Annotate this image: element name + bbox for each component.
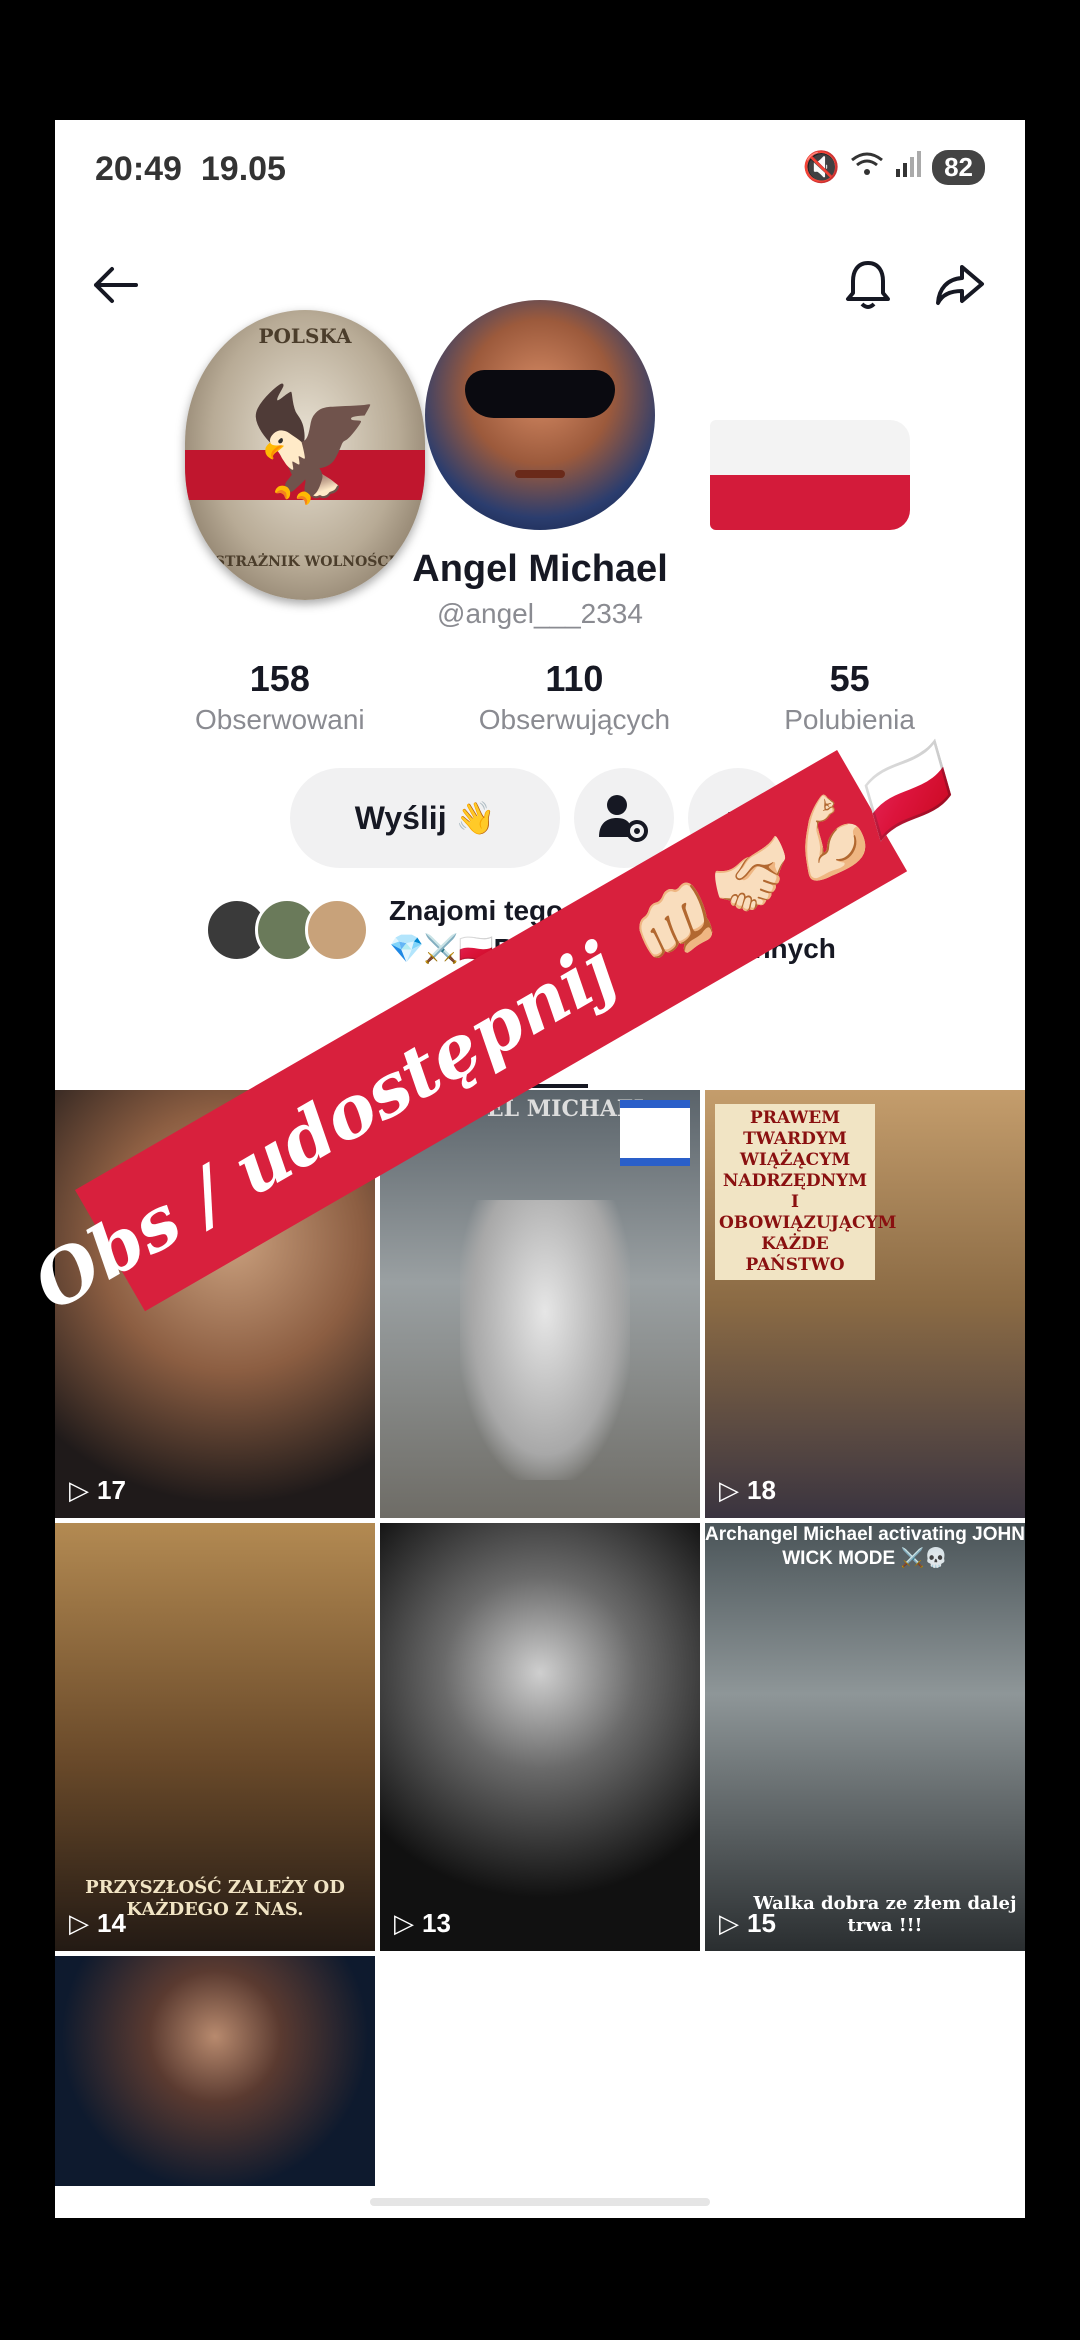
stat-value: 110	[545, 658, 604, 699]
signal-icon	[894, 150, 922, 185]
view-count: ▷ 13	[394, 1908, 451, 1939]
flag-red-stripe	[710, 475, 910, 530]
battery-indicator: 82	[932, 150, 985, 185]
stat-value: 158	[249, 658, 310, 699]
profile-handle: @angel___2334	[437, 598, 643, 629]
notifications-button[interactable]	[833, 250, 903, 320]
view-count: ▷ 17	[69, 1475, 126, 1506]
polish-flag-image	[710, 420, 910, 530]
avatar-sunglasses	[465, 370, 615, 418]
view-count: ▷ 18	[719, 1475, 776, 1506]
status-time: 20:49 19.05	[95, 150, 286, 189]
play-icon: ▷	[719, 1475, 739, 1505]
stat-value: 55	[829, 658, 870, 699]
date: 19.05	[200, 150, 286, 188]
play-icon: ▷	[719, 1908, 739, 1938]
play-icon: ▷	[69, 1475, 89, 1505]
video-tile[interactable]: PRAWEM TWARDYM WIĄŻĄCYM NADRZĘDNYM I OBO…	[705, 1090, 1025, 1518]
video-tile[interactable]: ▷ 13	[380, 1523, 700, 1951]
clock: 20:49	[95, 150, 182, 188]
view-count: ▷ 15	[719, 1908, 776, 1939]
home-indicator	[370, 2198, 710, 2206]
avatar-mouth	[515, 470, 565, 478]
user-gear-icon	[599, 795, 648, 842]
bell-icon	[846, 261, 890, 309]
view-count: ▷ 14	[69, 1908, 126, 1939]
play-icon: ▷	[394, 1908, 414, 1938]
friend-avatar	[305, 898, 369, 962]
share-arrow-icon	[936, 265, 984, 305]
view-count-value: 15	[747, 1908, 776, 1938]
mute-icon: 🔇	[802, 151, 841, 184]
flag-white-stripe	[710, 420, 910, 475]
view-count-value: 18	[747, 1475, 776, 1505]
view-count-value: 17	[97, 1475, 126, 1505]
angel-figure	[460, 1200, 630, 1480]
stat-label: Obserwujących	[478, 704, 671, 735]
message-button[interactable]: Wyślij 👋	[290, 768, 560, 868]
video-caption-bottom: Walka dobra ze złem dalej trwa !!!	[753, 1893, 1017, 1936]
stat-followers[interactable]: 110 Obserwujących	[479, 658, 670, 736]
view-count-value: 13	[422, 1908, 451, 1938]
video-tile[interactable]: PRZYSZŁOŚĆ ZALEŻY OD KAŻDEGO Z NAS. ▷ 14	[55, 1523, 375, 1951]
play-icon: ▷	[69, 1908, 89, 1938]
video-tile[interactable]: Archangel Michael activating JOHN WICK M…	[705, 1523, 1025, 1951]
status-bar: 20:49 19.05 🔇 82	[55, 120, 1025, 220]
eagle-icon: 🦅	[245, 383, 382, 506]
video-tile[interactable]	[55, 1956, 375, 2186]
video-tile[interactable]: ANGEL MICHAEL	[380, 1090, 700, 1518]
avatar[interactable]	[425, 300, 655, 530]
stat-label: Obserwowani	[195, 704, 365, 735]
profile-stats: 158 Obserwowani 110 Obserwujących 55 Pol…	[195, 658, 915, 736]
video-caption: Archangel Michael activating JOHN WICK M…	[705, 1524, 1025, 1569]
share-button[interactable]	[925, 250, 995, 320]
back-button[interactable]	[80, 250, 150, 320]
israel-flag-image	[620, 1100, 690, 1166]
wifi-icon	[850, 151, 884, 185]
stat-likes[interactable]: 55 Polubienia	[784, 658, 915, 736]
back-arrow-icon	[94, 267, 138, 303]
badge-top-text: POLSKA	[258, 324, 352, 348]
view-count-value: 14	[97, 1908, 126, 1938]
video-caption: PRAWEM TWARDYM WIĄŻĄCYM NADRZĘDNYM I OBO…	[715, 1104, 897, 1280]
stat-label: Polubienia	[784, 704, 915, 735]
stat-following[interactable]: 158 Obserwowani	[195, 658, 365, 736]
status-icons: 🔇 82	[803, 150, 985, 185]
friends-avatars	[205, 898, 369, 962]
profile-name: Angel Michael	[412, 548, 668, 590]
